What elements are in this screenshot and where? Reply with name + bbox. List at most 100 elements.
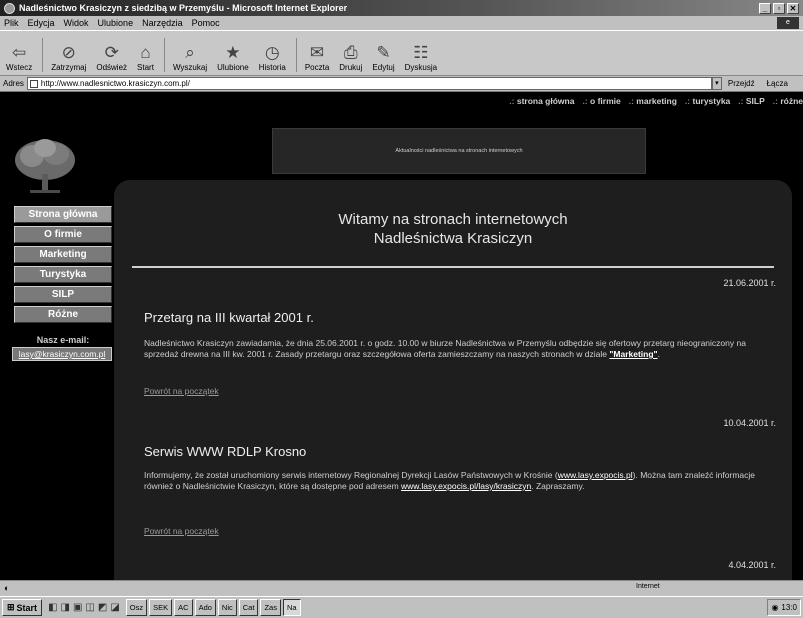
task-button[interactable]: AC [174, 599, 193, 616]
page-status-icon: ◐ [4, 583, 10, 593]
menu-edycja[interactable]: Edycja [28, 18, 55, 28]
task-button[interactable]: Ado [194, 599, 216, 616]
print-button[interactable]: ⎙ Drukuj [339, 43, 362, 72]
news-body: Informujemy, że został uruchomiony serwi… [144, 470, 755, 491]
search-icon: ⌕ [185, 43, 195, 62]
print-icon: ⎙ [344, 43, 358, 62]
back-button[interactable]: ⇦ Wstecz [6, 43, 32, 72]
topnav-rozne[interactable]: różne [773, 96, 803, 108]
topnav-silp[interactable]: SILP [738, 96, 765, 108]
top-navigation: strona główna o firmie marketing turysty… [509, 96, 803, 108]
quicklaunch-icon[interactable]: ▣ [73, 602, 82, 613]
quicklaunch-icon[interactable]: ◧ [48, 602, 57, 613]
minimize-button[interactable]: _ [759, 2, 771, 14]
news-title: Serwis WWW RDLP Krosno [144, 444, 307, 459]
menu-pomoc[interactable]: Pomoc [192, 18, 220, 28]
topnav-turystyka[interactable]: turystyka [685, 96, 730, 108]
edit-button[interactable]: ✎ Edytuj [372, 43, 394, 72]
news-body: Nadleśnictwo Krasiczyn zawiadamia, że dn… [144, 338, 746, 359]
sidebar-item-marketing[interactable]: Marketing [14, 246, 112, 263]
window-title: Nadleśnictwo Krasiczyn z siedzibą w Prze… [19, 3, 348, 13]
quicklaunch-icon[interactable]: ◨ [61, 602, 70, 613]
sidebar: Strona główna O firmie Marketing Turysty… [8, 206, 112, 361]
taskbar: ⊞ Start ◧ ◨ ▣ ◫ ◩ ◪ Osz SEK AC Ado Nic Ca… [0, 596, 803, 618]
refresh-button[interactable]: ⟳ Odśwież [96, 43, 127, 72]
welcome-heading: Witamy na stronach internetowych Nadleśn… [338, 211, 568, 247]
tray-icon[interactable]: ◉ [771, 603, 778, 612]
history-icon: ◷ [264, 43, 280, 62]
close-button[interactable]: ✕ [787, 2, 799, 14]
toolbar: ⇦ Wstecz ⊘ Zatrzymaj ⟳ Odśwież ⌂ Start ⌕ Wysz… [0, 30, 803, 76]
search-button[interactable]: ⌕ Wyszukaj [173, 43, 207, 72]
news-date: 4.04.2001 r. [728, 560, 776, 570]
task-button[interactable]: Zas [260, 599, 281, 616]
sidebar-item-strona-glowna[interactable]: Strona główna [14, 206, 112, 223]
divider [132, 266, 774, 268]
quicklaunch-icon[interactable]: ◪ [110, 602, 119, 613]
edit-icon: ✎ [376, 43, 391, 62]
back-arrow-icon: ⇦ [11, 43, 27, 62]
address-input[interactable]: http://www.nadlesnictwo.krasiczyn.com.pl… [26, 77, 712, 90]
maximize-button[interactable]: ▫ [773, 2, 785, 14]
history-button[interactable]: ◷ Historia [259, 43, 286, 72]
task-button[interactable]: Nic [217, 599, 237, 616]
email-link[interactable]: lasy@krasiczyn.com.pl [12, 347, 112, 361]
home-button[interactable]: ⌂ Start [137, 43, 154, 72]
start-button[interactable]: ⊞ Start [2, 599, 43, 616]
topnav-o-firmie[interactable]: o firmie [582, 96, 621, 108]
email-label: Nasz e-mail: [36, 335, 90, 345]
menu-bar: Plik Edycja Widok Ulubione Narzędzia Pom… [0, 16, 803, 30]
news-date: 10.04.2001 r. [723, 418, 776, 428]
task-button[interactable]: Osz [125, 599, 148, 616]
topnav-marketing[interactable]: marketing [629, 96, 677, 108]
task-button[interactable]: SEK [149, 599, 173, 616]
discuss-button[interactable]: ☷ Dyskusja [405, 43, 437, 72]
status-bar: ◐ Internet [0, 580, 803, 596]
stop-button[interactable]: ⊘ Zatrzymaj [51, 43, 86, 72]
links-button[interactable]: Łącza [767, 79, 788, 88]
stop-icon: ⊘ [61, 43, 76, 62]
krasiczyn-rdlp-link[interactable]: www.lasy.expocis.pl/lasy/krasiczyn [401, 481, 531, 491]
system-tray: ◉ 13:0 [767, 599, 801, 616]
sidebar-item-silp[interactable]: SILP [14, 286, 112, 303]
task-button-active[interactable]: Na [282, 599, 301, 616]
back-to-top-link[interactable]: Powrót na początek [144, 386, 219, 396]
menu-narzedzia[interactable]: Narzędzia [142, 18, 183, 28]
menu-widok[interactable]: Widok [64, 18, 89, 28]
discuss-icon: ☷ [413, 43, 429, 62]
news-date: 21.06.2001 r. [723, 278, 776, 288]
mail-button[interactable]: ✉ Poczta [305, 43, 329, 72]
windows-logo-icon: e [777, 17, 799, 29]
favorites-icon: ★ [225, 43, 241, 62]
address-bar: Adres http://www.nadlesnictwo.krasiczyn.… [0, 76, 803, 92]
banner: Aktualności nadleśnictwa na stronach int… [272, 128, 646, 174]
address-label: Adres [3, 79, 24, 88]
back-to-top-link[interactable]: Powrót na początek [144, 526, 219, 536]
rdlp-link[interactable]: www.lasy.expocis.pl [558, 470, 633, 480]
go-button[interactable]: Przejdź [728, 79, 755, 88]
sidebar-item-turystyka[interactable]: Turystyka [14, 266, 112, 283]
sidebar-item-rozne[interactable]: Różne [14, 306, 112, 323]
task-button[interactable]: Cat [238, 599, 259, 616]
quicklaunch-icon[interactable]: ◫ [85, 602, 94, 613]
news-title: Przetarg na III kwartał 2001 r. [144, 310, 314, 325]
page-viewport: strona główna o firmie marketing turysty… [0, 92, 803, 580]
windows-flag-icon: ⊞ [7, 602, 15, 612]
quicklaunch-icon[interactable]: ◩ [98, 602, 107, 613]
title-bar: Nadleśnictwo Krasiczyn z siedzibą w Prze… [0, 0, 803, 16]
refresh-icon: ⟳ [104, 43, 119, 62]
security-zone: Internet [636, 583, 660, 590]
marketing-link[interactable]: "Marketing" [609, 349, 657, 359]
topnav-strona-glowna[interactable]: strona główna [509, 96, 575, 108]
page-icon [29, 79, 38, 88]
clock: 13:0 [781, 603, 797, 612]
sidebar-item-o-firmie[interactable]: O firmie [14, 226, 112, 243]
menu-plik[interactable]: Plik [4, 18, 19, 28]
quick-launch: ◧ ◨ ▣ ◫ ◩ ◪ [48, 602, 120, 613]
favorites-button[interactable]: ★ Ulubione [217, 43, 249, 72]
home-icon: ⌂ [140, 43, 151, 62]
address-url: http://www.nadlesnictwo.krasiczyn.com.pl… [40, 79, 190, 88]
tree-logo-icon [15, 139, 75, 193]
menu-ulubione[interactable]: Ulubione [98, 18, 134, 28]
address-dropdown-icon[interactable]: ▾ [711, 77, 722, 90]
